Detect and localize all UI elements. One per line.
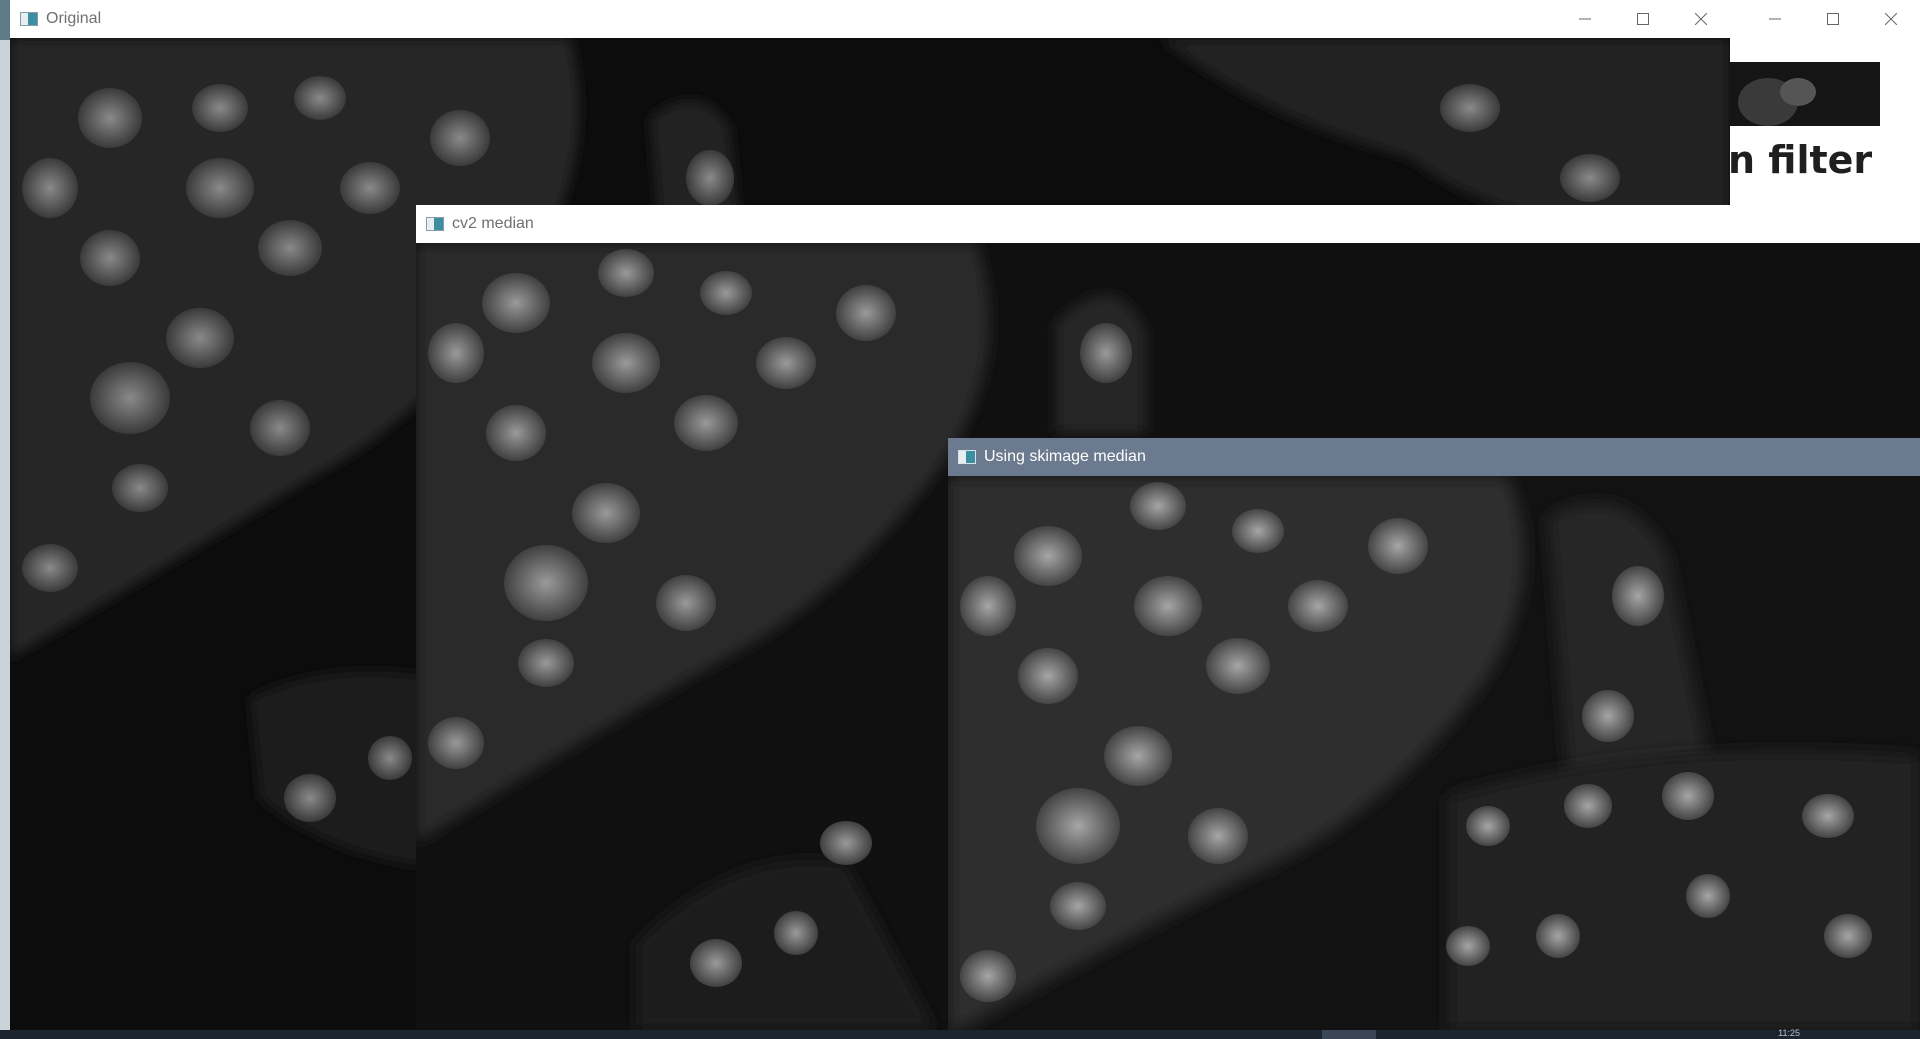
original-minimize-icon[interactable] (1556, 0, 1614, 38)
cv2-app-icon (426, 217, 444, 231)
skimage-median-window[interactable]: Using skimage median (948, 438, 1920, 1030)
background-close-icon[interactable] (1862, 0, 1920, 38)
desktop-edge (0, 0, 10, 1039)
original-maximize-icon[interactable] (1614, 0, 1672, 38)
taskbar-active-app[interactable] (1322, 1030, 1376, 1039)
cv2-titlebar[interactable]: cv2 median (416, 205, 1920, 243)
original-close-icon[interactable] (1672, 0, 1730, 38)
original-titlebar[interactable]: Original (10, 0, 1730, 38)
background-thumbnail-image (1728, 62, 1880, 126)
skimage-titlebar[interactable]: Using skimage median (948, 438, 1920, 476)
skimage-window-title: Using skimage median (984, 448, 1146, 465)
background-heading-fragment: n filter (1728, 138, 1873, 182)
background-minimize-icon[interactable] (1746, 0, 1804, 38)
original-window-title: Original (46, 10, 102, 27)
background-maximize-icon[interactable] (1804, 0, 1862, 38)
taskbar-clock: 11:25 (1778, 1028, 1800, 1038)
original-app-icon (20, 12, 38, 26)
cv2-window-title: cv2 median (452, 215, 534, 232)
skimage-app-icon (958, 450, 976, 464)
taskbar: 11:25 (0, 1028, 1920, 1039)
skimage-median-image (948, 476, 1920, 1030)
